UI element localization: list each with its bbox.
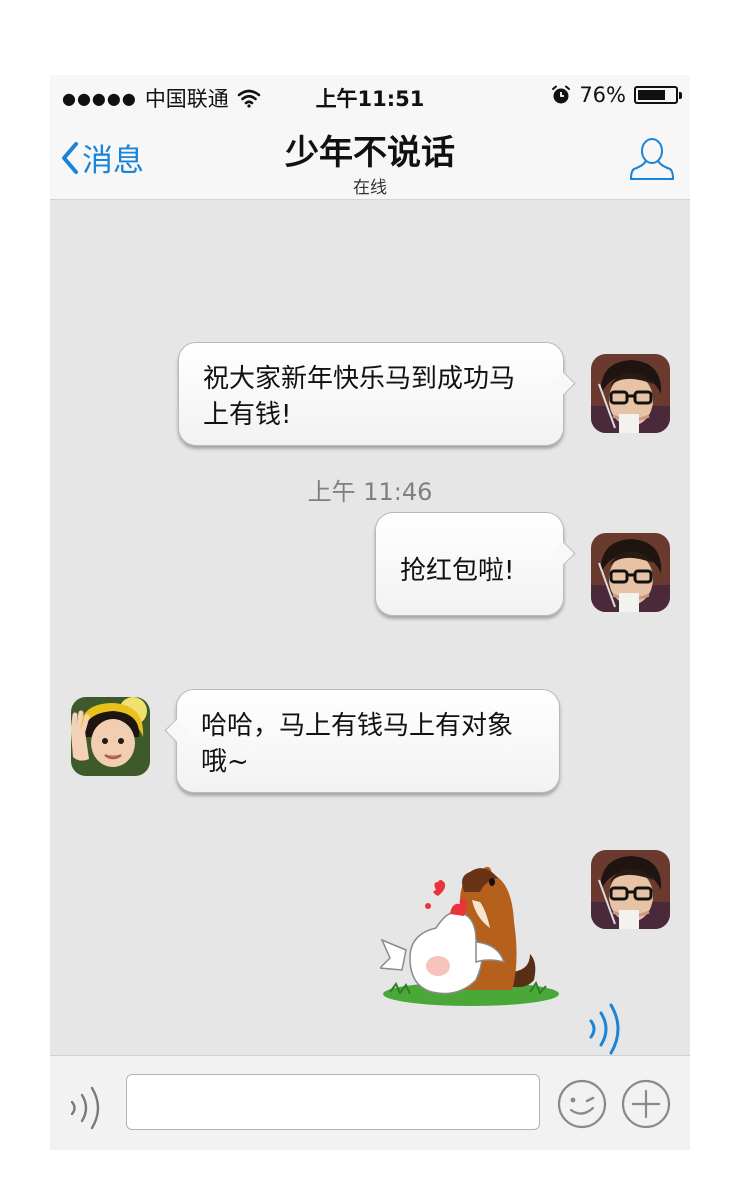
avatar-image [71, 697, 150, 776]
avatar-image [591, 354, 670, 433]
message-bubble-outgoing[interactable]: 祝大家新年快乐马到成功马上有钱! [178, 342, 576, 446]
message-bubble-outgoing[interactable]: 抢红包啦! [375, 512, 576, 616]
navigation-bar: 消息 少年不说话 在线 [50, 117, 690, 200]
message-text: 哈哈，马上有钱马上有对象哦~ [201, 711, 514, 777]
alarm-icon [552, 85, 571, 104]
avatar-image [591, 850, 670, 929]
chat-title: 少年不说话 [285, 133, 455, 173]
message-text: 祝大家新年快乐马到成功马上有钱! [203, 364, 516, 430]
bubble-tail [551, 371, 576, 396]
bubble-tail [164, 718, 189, 743]
message-text: 抢红包啦! [400, 556, 515, 586]
battery-fill [638, 90, 666, 100]
input-bar [50, 1055, 690, 1150]
avatar-image [591, 533, 670, 612]
message-input[interactable] [126, 1074, 540, 1130]
phone-screen: ●●●●● 中国联通 上午11:51 76% 消息 少年不说话 在线 祝大家新年… [50, 75, 690, 1150]
online-status: 在线 [353, 178, 387, 198]
sound-playback-icon[interactable] [583, 1003, 631, 1055]
voice-input-icon[interactable] [68, 1086, 108, 1130]
horse-hugging-chicken-sticker[interactable] [380, 862, 562, 1012]
message-timestamp: 上午 11:46 [307, 478, 433, 506]
my-avatar[interactable] [591, 533, 670, 612]
contact-avatar[interactable] [71, 697, 150, 776]
emoji-icon[interactable] [556, 1078, 608, 1130]
battery-icon [634, 86, 682, 104]
person-icon [629, 138, 675, 180]
status-bar: ●●●●● 中国联通 上午11:51 76% [50, 75, 690, 117]
message-bubble-incoming[interactable]: 哈哈，马上有钱马上有对象哦~ [164, 689, 560, 793]
my-avatar[interactable] [591, 354, 670, 433]
chat-area: 祝大家新年快乐马到成功马上有钱! 上午 11:46 抢红包啦! 哈哈，马上有钱马… [50, 199, 690, 1055]
contact-profile-button[interactable] [628, 135, 676, 187]
plus-icon[interactable] [620, 1078, 672, 1130]
my-avatar[interactable] [591, 850, 670, 929]
battery-percent: 76% [579, 83, 626, 107]
bubble-tail [551, 541, 576, 566]
